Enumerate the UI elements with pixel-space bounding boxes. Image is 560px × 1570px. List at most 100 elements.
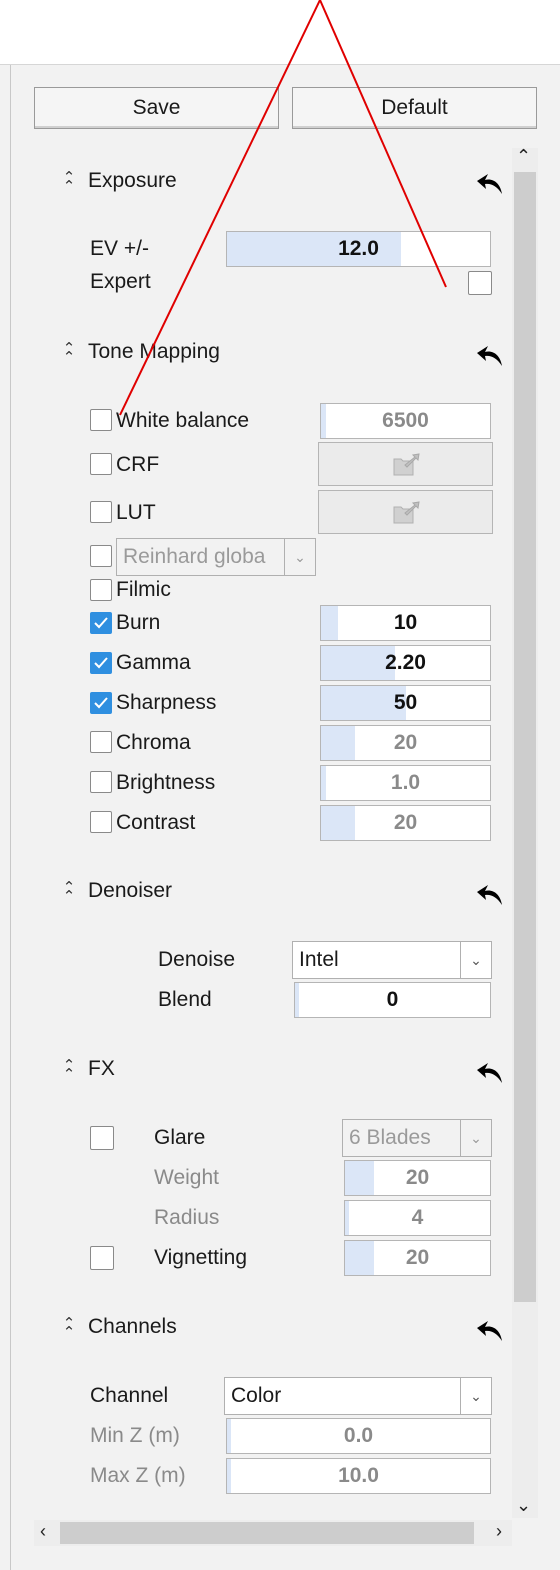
chroma-value: 20 xyxy=(393,731,418,754)
denoise-label: Denoise xyxy=(158,948,236,971)
collapse-chevron-icon[interactable]: ⌃ ⌃ xyxy=(58,1316,80,1341)
gamma-checkbox[interactable] xyxy=(90,652,112,674)
crf-label: CRF xyxy=(116,453,160,476)
exposure-section-title: Exposure xyxy=(88,169,177,192)
tone-mapping-undo-icon[interactable] xyxy=(474,340,506,370)
dropdown-arrow-icon: ⌄ xyxy=(460,1120,491,1156)
min-z-field[interactable]: 0.0 xyxy=(226,1418,491,1454)
horizontal-scrollbar[interactable] xyxy=(34,1520,512,1546)
save-button[interactable]: Save xyxy=(34,87,279,129)
weight-field[interactable]: 20 xyxy=(344,1160,491,1196)
burn-label: Burn xyxy=(116,611,161,634)
denoiser-section-title: Denoiser xyxy=(88,879,173,902)
crf-file-button[interactable] xyxy=(318,442,493,486)
vignetting-checkbox[interactable] xyxy=(90,1246,114,1270)
weight-value: 20 xyxy=(405,1166,430,1189)
panel-divider xyxy=(10,65,11,1570)
lut-label: LUT xyxy=(116,501,156,524)
scroll-left-arrow-icon[interactable]: ‹ xyxy=(40,1522,46,1540)
radius-value: 4 xyxy=(411,1206,424,1229)
weight-label: Weight xyxy=(154,1166,219,1189)
top-strip xyxy=(0,0,560,65)
lut-checkbox[interactable] xyxy=(90,501,112,523)
contrast-value: 20 xyxy=(393,811,418,834)
burn-checkbox[interactable] xyxy=(90,612,112,634)
channel-dropdown[interactable]: Color ⌄ xyxy=(224,1377,492,1415)
collapse-chevron-icon[interactable]: ⌃ ⌃ xyxy=(58,170,80,195)
brightness-field[interactable]: 1.0 xyxy=(320,765,491,801)
filmic-checkbox[interactable] xyxy=(90,579,112,601)
tone-mapping-section-title: Tone Mapping xyxy=(88,340,220,363)
scroll-up-arrow-icon[interactable]: ⌃ xyxy=(516,147,531,165)
max-z-value: 10.0 xyxy=(338,1464,379,1487)
brightness-label: Brightness xyxy=(116,771,216,794)
checkmark-icon xyxy=(94,657,108,669)
dropdown-arrow-icon: ⌄ xyxy=(284,539,315,575)
collapse-chevron-icon[interactable]: ⌃ ⌃ xyxy=(58,1058,80,1083)
denoiser-undo-icon[interactable] xyxy=(474,879,506,909)
white-balance-field[interactable]: 6500 xyxy=(320,403,491,439)
scroll-down-arrow-icon[interactable]: ⌄ xyxy=(516,1496,531,1514)
blend-label: Blend xyxy=(158,988,212,1011)
scroll-right-arrow-icon[interactable]: › xyxy=(496,1522,502,1540)
vertical-scroll-thumb[interactable] xyxy=(514,172,536,1302)
channel-label: Channel xyxy=(90,1384,169,1407)
file-open-icon xyxy=(393,453,420,476)
max-z-label: Max Z (m) xyxy=(90,1464,186,1487)
glare-label: Glare xyxy=(154,1126,206,1149)
crf-checkbox[interactable] xyxy=(90,453,112,475)
chroma-field[interactable]: 20 xyxy=(320,725,491,761)
collapse-chevron-icon[interactable]: ⌃ ⌃ xyxy=(58,341,80,366)
min-z-label: Min Z (m) xyxy=(90,1424,180,1447)
radius-field[interactable]: 4 xyxy=(344,1200,491,1236)
fx-undo-icon[interactable] xyxy=(474,1057,506,1087)
white-balance-label: White balance xyxy=(116,409,250,432)
min-z-value: 0.0 xyxy=(343,1424,374,1447)
contrast-field[interactable]: 20 xyxy=(320,805,491,841)
denoise-value: Intel xyxy=(299,948,339,971)
collapse-chevron-icon[interactable]: ⌃ ⌃ xyxy=(58,880,80,905)
gamma-value: 2.20 xyxy=(385,651,426,674)
ev-value: 12.0 xyxy=(338,237,379,260)
brightness-checkbox[interactable] xyxy=(90,771,112,793)
ev-slider-field[interactable]: 12.0 xyxy=(226,231,491,267)
default-button-label: Default xyxy=(381,96,448,119)
vignetting-value: 20 xyxy=(405,1246,430,1269)
default-button[interactable]: Default xyxy=(292,87,537,129)
channels-undo-icon[interactable] xyxy=(474,1315,506,1345)
lut-file-button[interactable] xyxy=(318,490,493,534)
dropdown-arrow-icon: ⌄ xyxy=(460,942,491,978)
gamma-field[interactable]: 2.20 xyxy=(320,645,491,681)
white-balance-checkbox[interactable] xyxy=(90,409,112,431)
tone-operator-dropdown[interactable]: Reinhard globa ⌄ xyxy=(116,538,316,576)
checkmark-icon xyxy=(94,617,108,629)
chroma-label: Chroma xyxy=(116,731,191,754)
fx-section-title: FX xyxy=(88,1057,115,1080)
radius-label: Radius xyxy=(154,1206,220,1229)
operator-checkbox[interactable] xyxy=(90,545,112,567)
glare-value: 6 Blades xyxy=(349,1126,431,1149)
sharpness-value: 50 xyxy=(393,691,418,714)
vertical-scrollbar[interactable] xyxy=(512,148,538,1518)
expert-checkbox[interactable] xyxy=(468,271,492,295)
brightness-value: 1.0 xyxy=(390,771,421,794)
horizontal-scroll-thumb[interactable] xyxy=(60,1522,474,1544)
max-z-field[interactable]: 10.0 xyxy=(226,1458,491,1494)
tone-operator-value: Reinhard globa xyxy=(123,545,266,568)
sharpness-field[interactable]: 50 xyxy=(320,685,491,721)
glare-dropdown[interactable]: 6 Blades ⌄ xyxy=(342,1119,492,1157)
ev-label: EV +/- xyxy=(90,237,149,260)
glare-checkbox[interactable] xyxy=(90,1126,114,1150)
chroma-checkbox[interactable] xyxy=(90,731,112,753)
gamma-label: Gamma xyxy=(116,651,191,674)
channel-value: Color xyxy=(231,1384,282,1407)
sharpness-checkbox[interactable] xyxy=(90,692,112,714)
expert-label: Expert xyxy=(90,270,151,293)
blend-field[interactable]: 0 xyxy=(294,982,491,1018)
burn-value: 10 xyxy=(393,611,418,634)
denoise-dropdown[interactable]: Intel ⌄ xyxy=(292,941,492,979)
burn-field[interactable]: 10 xyxy=(320,605,491,641)
exposure-undo-icon[interactable] xyxy=(474,168,506,198)
contrast-checkbox[interactable] xyxy=(90,811,112,833)
vignetting-field[interactable]: 20 xyxy=(344,1240,491,1276)
